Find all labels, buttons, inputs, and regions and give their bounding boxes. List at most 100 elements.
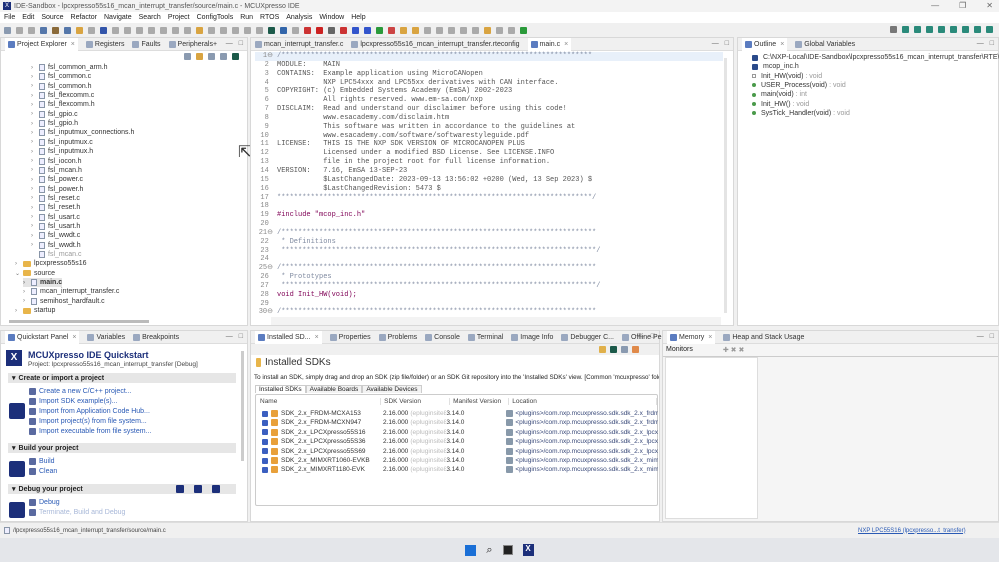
toolbar-button-icon[interactable] bbox=[388, 26, 395, 34]
tab-mcan-interrupt-transfer-c[interactable]: mcan_interrupt_transfer.c bbox=[255, 40, 343, 48]
menu-source[interactable]: Source bbox=[41, 14, 63, 21]
checkbox[interactable] bbox=[262, 466, 268, 473]
tree-item[interactable]: › fsl_reset.c bbox=[31, 194, 80, 203]
toolbar-button-icon[interactable] bbox=[292, 26, 299, 34]
tab-memory[interactable]: Memory × bbox=[667, 330, 716, 344]
mcuxpresso-taskbar-icon[interactable]: X bbox=[522, 544, 534, 556]
close-button[interactable]: ✕ bbox=[986, 1, 993, 10]
tree-item[interactable]: › fsl_wwdt.c bbox=[31, 231, 80, 240]
toolbar-button-icon[interactable] bbox=[208, 26, 215, 34]
toolbar-button-icon[interactable] bbox=[112, 26, 119, 34]
tree-item[interactable]: › semihost_hardfault.c bbox=[23, 297, 105, 306]
toolbar-button-icon[interactable] bbox=[328, 26, 335, 34]
outline-item[interactable]: C:\NXP-Local\IDE-Sandbox\lpcxpresso55s16… bbox=[752, 53, 999, 62]
quickstart-link[interactable]: Create a new C/C++ project... bbox=[29, 388, 132, 395]
toolbar-button-icon[interactable] bbox=[52, 26, 59, 34]
tree-item[interactable]: › fsl_common.c bbox=[31, 72, 91, 81]
tab-installed-sd-[interactable]: Installed SD... × bbox=[255, 330, 322, 344]
grid-perspective-icon[interactable] bbox=[974, 26, 981, 33]
menu-search[interactable]: Search bbox=[139, 14, 161, 21]
checkbox[interactable] bbox=[262, 419, 268, 426]
tab-registers[interactable]: Registers bbox=[85, 40, 124, 48]
collapse-triangle-icon[interactable]: ▾ bbox=[12, 444, 16, 452]
chevron-right-icon[interactable]: › bbox=[31, 149, 36, 155]
chevron-right-icon[interactable]: › bbox=[31, 158, 36, 164]
grid-icon[interactable] bbox=[220, 53, 227, 60]
tree-item[interactable]: › fsl_gpio.h bbox=[31, 119, 78, 128]
tree-item[interactable]: › fsl_inputmux.c bbox=[31, 138, 93, 147]
collapse-all-icon[interactable] bbox=[184, 53, 191, 60]
toolbar-button-icon[interactable] bbox=[76, 26, 83, 34]
maximize-editor-button[interactable]: □ bbox=[725, 40, 729, 47]
chevron-right-icon[interactable]: › bbox=[31, 167, 36, 173]
search-perspective-icon[interactable] bbox=[890, 26, 897, 33]
chevron-right-icon[interactable]: › bbox=[31, 65, 36, 71]
toolbar-button-icon[interactable] bbox=[100, 26, 107, 34]
menu-refactor[interactable]: Refactor bbox=[71, 14, 97, 21]
windows-start-icon[interactable] bbox=[465, 544, 477, 556]
menu-rtos[interactable]: RTOS bbox=[260, 14, 279, 21]
maximize-memory-button[interactable]: □ bbox=[990, 333, 994, 340]
quickstart-link[interactable]: Terminate, Build and Debug bbox=[29, 509, 125, 516]
chevron-right-icon[interactable]: › bbox=[31, 93, 36, 99]
debug-perspective-icon[interactable] bbox=[926, 26, 933, 33]
tab-problems[interactable]: Problems bbox=[378, 333, 417, 341]
tab-main-c[interactable]: main.c × bbox=[527, 37, 572, 51]
subtab-available-devices[interactable]: Available Devices bbox=[362, 385, 422, 393]
chevron-right-icon[interactable]: › bbox=[15, 308, 20, 314]
tab-lpcxpresso55s16-mcan-interrupt-transfer-rteconfig[interactable]: lpcxpresso55s16_mcan_interrupt_transfer.… bbox=[351, 40, 520, 48]
toolbar-button-icon[interactable] bbox=[340, 26, 347, 34]
checkbox[interactable] bbox=[262, 410, 268, 417]
tree-item[interactable]: › fsl_power.c bbox=[31, 175, 83, 184]
toolbar-button-icon[interactable] bbox=[220, 26, 227, 34]
menu-navigate[interactable]: Navigate bbox=[104, 14, 132, 21]
toolbar-button-icon[interactable] bbox=[256, 26, 263, 34]
sdk-row[interactable]: SDK_2.x_FRDM-MCXA153 2.16.000 (epluginsite… bbox=[262, 409, 658, 418]
toolbar-button-icon[interactable] bbox=[436, 26, 443, 34]
collapse-triangle-icon[interactable]: ▾ bbox=[12, 485, 16, 493]
close-tab-icon[interactable]: × bbox=[564, 41, 568, 48]
minimize-sdk-button[interactable]: — bbox=[638, 333, 645, 340]
quickstart-link[interactable]: Import from Application Code Hub... bbox=[29, 408, 150, 415]
tree-item[interactable]: › fsl_common_arm.h bbox=[31, 63, 108, 72]
toolbar-button-icon[interactable] bbox=[172, 26, 179, 34]
outline-item[interactable]: SysTick_Handler(void) : void bbox=[752, 109, 850, 118]
close-tab-icon[interactable]: × bbox=[780, 41, 784, 48]
terminal-app-icon[interactable] bbox=[502, 545, 513, 555]
mcux-icon[interactable] bbox=[232, 53, 239, 60]
chevron-right-icon[interactable]: › bbox=[23, 298, 28, 304]
sdk-row[interactable]: SDK_2.x_MIMXRT1180-EVK 2.16.000 (epluginsi… bbox=[262, 465, 658, 474]
vertical-scrollbar[interactable] bbox=[724, 58, 727, 313]
quickstart-link[interactable]: Import project(s) from file system... bbox=[29, 418, 147, 425]
toolbar-button-icon[interactable] bbox=[376, 26, 383, 34]
chevron-right-icon[interactable]: › bbox=[31, 195, 36, 201]
tree-item[interactable]: › fsl_inputmux_connections.h bbox=[31, 128, 134, 137]
minimize-button[interactable]: — bbox=[931, 1, 939, 10]
menu-window[interactable]: Window bbox=[319, 14, 344, 21]
quickstart-link[interactable]: Build bbox=[29, 458, 55, 465]
chevron-right-icon[interactable]: › bbox=[31, 205, 36, 211]
toolbar-button-icon[interactable] bbox=[520, 26, 527, 34]
import-icon[interactable] bbox=[632, 346, 639, 353]
mcux-icon[interactable] bbox=[610, 346, 617, 353]
chevron-right-icon[interactable]: › bbox=[15, 261, 20, 267]
toolbar-button-icon[interactable] bbox=[280, 26, 287, 34]
toolbar-button-icon[interactable] bbox=[508, 26, 515, 34]
section-header[interactable]: ▾ Build your project bbox=[8, 443, 236, 453]
image-perspective-icon[interactable] bbox=[986, 26, 993, 33]
tab-heap-and-stack-usage[interactable]: Heap and Stack Usage bbox=[723, 333, 804, 341]
column-header[interactable]: Location bbox=[509, 398, 657, 405]
toolbar-button-icon[interactable] bbox=[124, 26, 131, 34]
tree-item[interactable]: › main.c bbox=[23, 278, 63, 288]
chevron-right-icon[interactable]: › bbox=[31, 83, 36, 89]
close-tab-icon[interactable]: × bbox=[708, 334, 712, 341]
filter-icon[interactable] bbox=[208, 53, 215, 60]
chevron-right-icon[interactable]: › bbox=[23, 289, 28, 295]
tree-item[interactable]: › fsl_wwdt.h bbox=[31, 241, 81, 250]
menu-file[interactable]: File bbox=[4, 14, 15, 21]
maximize-quickstart-button[interactable]: □ bbox=[239, 333, 243, 340]
quickstart-link[interactable]: Clean bbox=[29, 468, 57, 475]
chevron-right-icon[interactable]: › bbox=[31, 242, 36, 248]
back-icon[interactable] bbox=[599, 346, 606, 353]
tab-peripherals-[interactable]: Peripherals+ bbox=[168, 40, 217, 48]
